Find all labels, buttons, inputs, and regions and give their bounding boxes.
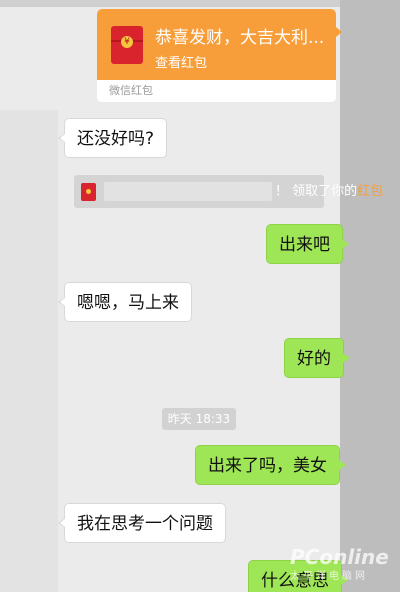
left-panel	[0, 110, 58, 592]
watermark: PConline 太平洋电脑网	[290, 545, 389, 582]
message-bubble-left[interactable]: 嗯嗯，马上来	[58, 282, 192, 322]
timestamp: 昨天 18:33	[162, 408, 236, 430]
red-envelope-icon	[81, 183, 96, 201]
watermark-logo: PConline	[290, 545, 389, 569]
yuan-coin-icon: ¥	[121, 36, 133, 48]
right-panel	[340, 0, 400, 592]
chat-screen: ¥ 恭喜发财，大吉大利... 查看红包 微信红包 还没好吗? ！ 领取了你的红包…	[0, 0, 400, 592]
redacted-name	[104, 182, 272, 201]
red-packet-title: 恭喜发财，大吉大利...	[155, 28, 325, 48]
red-packet-action[interactable]: 查看红包	[155, 52, 207, 71]
notice-text: ！ 领取了你的红包	[275, 175, 383, 208]
message-bubble-right[interactable]: 出来吧	[266, 224, 349, 264]
red-packet-tail	[336, 27, 342, 37]
message-bubble-left[interactable]: 我在思考一个问题	[58, 503, 226, 543]
message-bubble-right[interactable]: 出来了吗，美女	[195, 445, 346, 485]
message-bubble-right[interactable]: 好的	[284, 338, 350, 378]
watermark-subtitle: 太平洋电脑网	[290, 571, 368, 582]
red-packet-card[interactable]: ¥ 恭喜发财，大吉大利... 查看红包 微信红包	[97, 9, 336, 102]
red-envelope-icon: ¥	[111, 26, 143, 64]
red-packet-body[interactable]: ¥ 恭喜发财，大吉大利... 查看红包	[97, 9, 336, 80]
red-packet-link[interactable]: 红包	[357, 184, 383, 199]
notice-message: ！ 领取了你的	[275, 184, 358, 199]
red-packet-footer: 微信红包	[97, 80, 336, 102]
system-notice: ！ 领取了你的红包	[74, 175, 383, 208]
message-bubble-left[interactable]: 还没好吗?	[57, 118, 168, 158]
